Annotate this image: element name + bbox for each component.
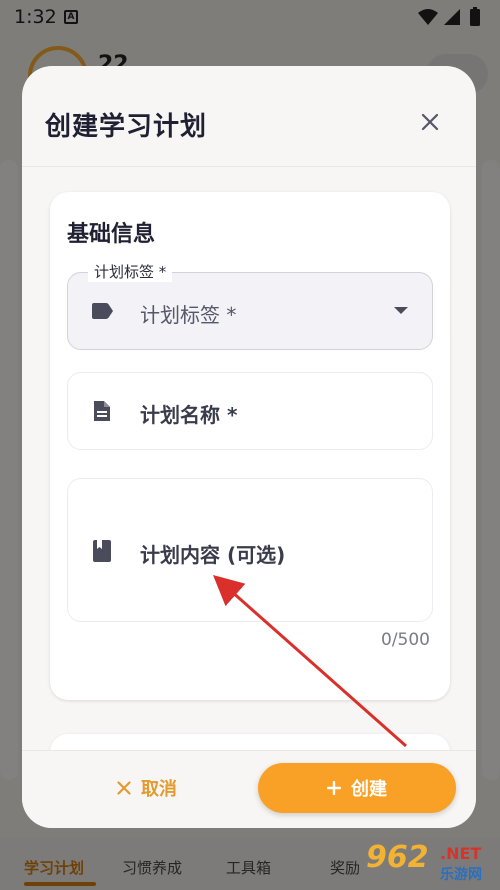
- plan-name-input[interactable]: 计划名称 *: [67, 372, 433, 450]
- create-label: 创建: [351, 779, 387, 800]
- watermark-number: 962: [366, 840, 429, 875]
- label-icon: [92, 303, 113, 319]
- plus-icon: [327, 781, 341, 795]
- cancel-button[interactable]: 取消: [92, 763, 202, 813]
- create-plan-dialog: 创建学习计划 基础信息 计划标签 * 计划标签 * 计划名称 * 计划内容 (可…: [22, 66, 476, 828]
- cancel-label: 取消: [141, 779, 177, 800]
- dialog-title: 创建学习计划: [45, 112, 208, 142]
- plan-content-placeholder: 计划内容 (可选): [140, 543, 286, 567]
- plan-tag-floating-label: 计划标签 *: [88, 261, 173, 282]
- watermark-logo: 962 .NET 乐游网: [358, 838, 498, 890]
- book-icon: [93, 540, 111, 562]
- dialog-divider: [22, 166, 476, 167]
- content-char-counter: 0/500: [381, 630, 430, 650]
- watermark-sub: 乐游网: [440, 867, 482, 883]
- close-button[interactable]: [410, 102, 450, 142]
- close-icon: [117, 781, 131, 795]
- plan-tag-placeholder: 计划标签 *: [140, 303, 237, 327]
- dialog-footer: 取消 创建: [22, 750, 476, 828]
- plan-content-input[interactable]: 计划内容 (可选): [67, 478, 433, 622]
- create-button[interactable]: 创建: [258, 763, 456, 813]
- close-icon: [421, 113, 439, 131]
- plan-tag-select[interactable]: 计划标签 * 计划标签 *: [67, 261, 433, 350]
- basic-info-card: 基础信息 计划标签 * 计划标签 * 计划名称 * 计划内容 (可选) 0/50…: [50, 192, 450, 700]
- plan-name-placeholder: 计划名称 *: [140, 403, 238, 427]
- document-icon: [94, 401, 110, 421]
- watermark-domain: .NET: [440, 844, 482, 863]
- dropdown-arrow-icon: [394, 307, 408, 314]
- section-title: 基础信息: [67, 222, 156, 247]
